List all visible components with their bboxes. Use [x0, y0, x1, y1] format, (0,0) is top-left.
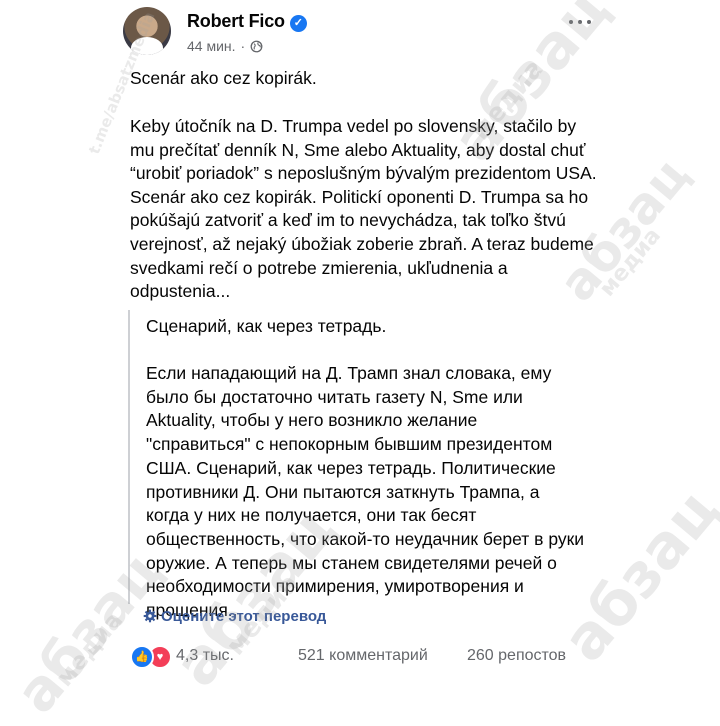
rate-translation-label: Оцените этот перевод [161, 608, 327, 625]
comments-count[interactable]: 521 комментарий [298, 647, 428, 665]
facebook-post: Robert Fico ✓ 44 мин. · Scenár ako cez kop… [110, 0, 610, 675]
post-footer: 👍 ♥ 4,3 тыс. 521 комментарий 260 репосто… [130, 644, 600, 670]
translation-block: Сценарий, как через тетрадь. Если напада… [128, 310, 616, 620]
like-icon: 👍 [130, 645, 154, 669]
globe-icon[interactable] [250, 40, 263, 53]
post-text-lead: Scenár ako cez kopirák. [130, 68, 317, 88]
translation-body: Если нападающий на Д. Трамп знал словака… [146, 363, 585, 621]
meta-separator: · [240, 38, 246, 54]
post-text-body: Keby útočník na D. Trumpa vedel po slove… [130, 116, 597, 302]
author-name[interactable]: Robert Fico [187, 11, 285, 31]
reaction-count[interactable]: 4,3 тыс. [176, 647, 234, 665]
post-meta: 44 мин. · [187, 38, 263, 54]
gear-icon [143, 609, 157, 623]
post-time[interactable]: 44 мин. [187, 38, 236, 54]
avatar[interactable] [123, 7, 171, 55]
shares-count[interactable]: 260 репостов [467, 647, 566, 665]
translation-lead: Сценарий, как через тетрадь. [146, 316, 387, 336]
rate-translation-link[interactable]: Оцените этот перевод [143, 608, 326, 625]
verified-badge-icon: ✓ [289, 15, 307, 32]
more-dots-icon[interactable] [566, 12, 594, 32]
author-header: Robert Fico ✓ [187, 11, 307, 32]
